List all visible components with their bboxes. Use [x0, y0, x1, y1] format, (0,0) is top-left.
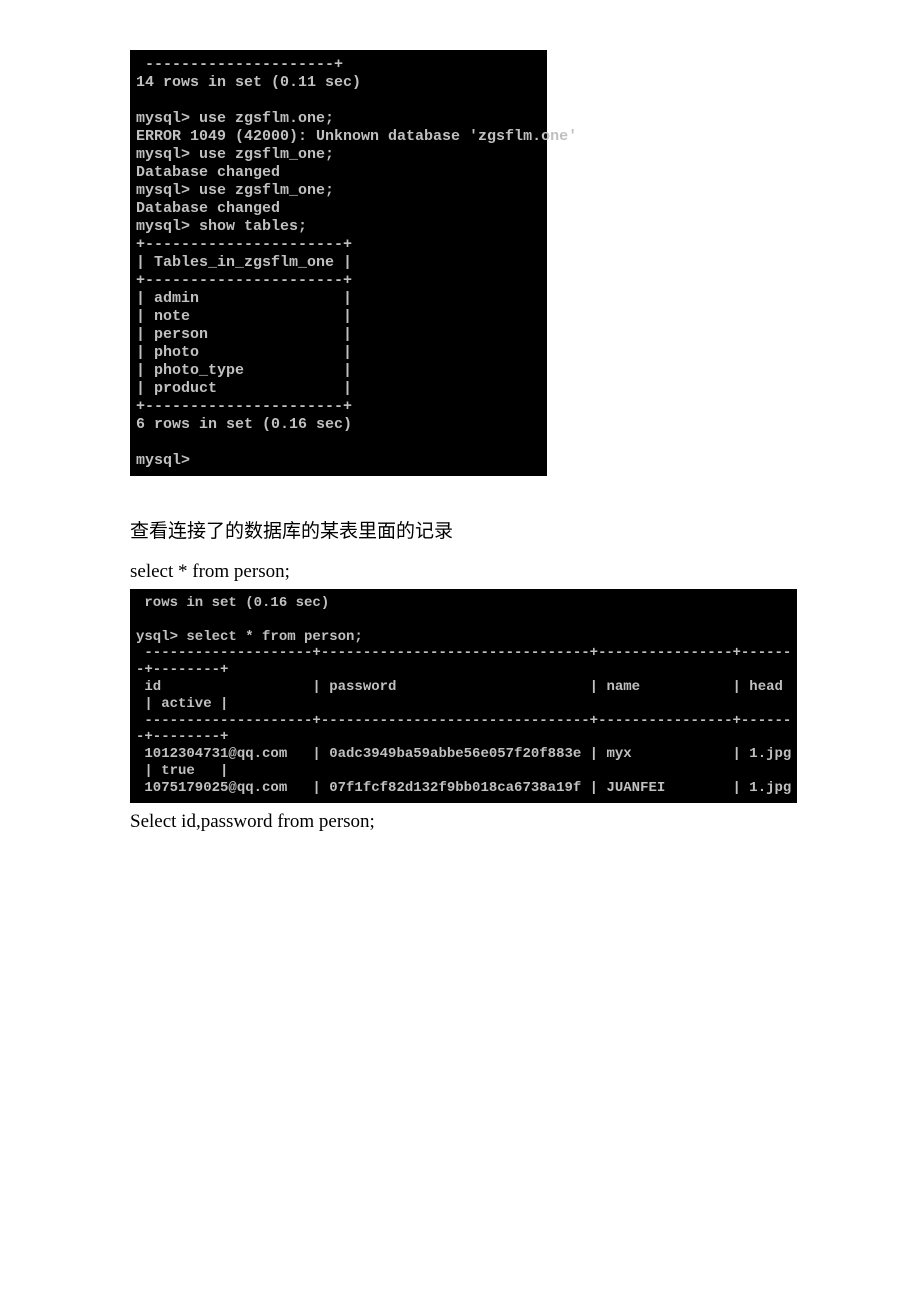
terminal-line: | active | [136, 696, 228, 712]
terminal-line: +----------------------+ [136, 272, 352, 289]
terminal-line: 1075179025@qq.com | 07f1fcf82d132f9bb018… [136, 780, 791, 796]
terminal-line: | Tables_in_zgsflm_one | [136, 254, 352, 271]
terminal-line: -+--------+ [136, 729, 228, 745]
terminal-line: 1012304731@qq.com | 0adc3949ba59abbe56e0… [136, 746, 791, 762]
terminal-output-1: ---------------------+ 14 rows in set (0… [130, 50, 547, 476]
document-page: ---------------------+ 14 rows in set (0… [0, 0, 920, 889]
terminal-line: | photo | [136, 344, 352, 361]
terminal-line: mysql> use zgsflm_one; [136, 146, 334, 163]
sql-statement-2: Select id,password from person; [130, 811, 790, 833]
terminal-line: ysql> select * from person; [136, 629, 363, 645]
terminal-output-2: rows in set (0.16 sec) ysql> select * fr… [130, 589, 797, 803]
terminal-line: +----------------------+ [136, 236, 352, 253]
terminal-line: mysql> use zgsflm_one; [136, 182, 334, 199]
terminal-line: ERROR 1049 (42000): Unknown database 'zg… [136, 128, 577, 145]
terminal-prompt: mysql> [136, 452, 190, 469]
terminal-line: mysql> use zgsflm.one; [136, 110, 334, 127]
terminal-line: | photo_type | [136, 362, 352, 379]
terminal-line: +----------------------+ [136, 398, 352, 415]
terminal-line: --------------------+-------------------… [136, 645, 791, 661]
terminal-line: | person | [136, 326, 352, 343]
terminal-line: -+--------+ [136, 662, 228, 678]
terminal-line: | admin | [136, 290, 352, 307]
sql-statement-1: select * from person; [130, 561, 790, 583]
terminal-line: --------------------+-------------------… [136, 713, 791, 729]
terminal-line: id | password | name | head [136, 679, 791, 695]
terminal-line: | product | [136, 380, 352, 397]
terminal-line: Database changed [136, 200, 280, 217]
terminal-line: rows in set (0.16 sec) [136, 595, 329, 611]
terminal-line: mysql> show tables; [136, 218, 307, 235]
doc-paragraph: 查看连接了的数据库的某表里面的记录 [130, 516, 790, 543]
terminal-line: Database changed [136, 164, 280, 181]
terminal-line: ---------------------+ [136, 56, 343, 73]
terminal-line: 14 rows in set (0.11 sec) [136, 74, 361, 91]
terminal-line: | true | [136, 763, 228, 779]
terminal-line: | note | [136, 308, 352, 325]
terminal-line: 6 rows in set (0.16 sec) [136, 416, 352, 433]
